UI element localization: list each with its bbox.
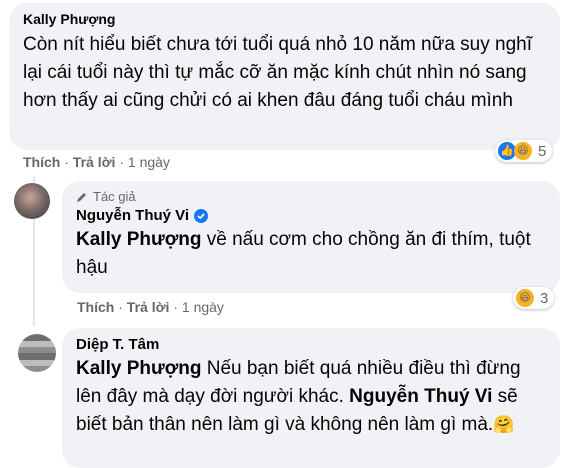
comment-text: Kally Phượng Nếu bạn biết quá nhiều điều… <box>76 358 521 435</box>
haha-reaction-icon: 😆 <box>514 142 532 160</box>
reactions-summary[interactable]: 😆 3 <box>513 287 555 309</box>
haha-reaction-icon: 😆 <box>516 289 534 307</box>
mention-link[interactable]: Kally Phượng <box>76 358 201 379</box>
comment-author[interactable]: Diệp T. Tâm <box>76 336 546 353</box>
comment-actions-1: Thích · Trả lời · 1 ngày <box>23 154 170 170</box>
comment-text: Kally Phượng về nấu cơm cho chồng ăn đi … <box>76 229 531 278</box>
mention-link[interactable]: Nguyễn Thuý Vi <box>349 386 492 407</box>
reactions-summary[interactable]: 👍 😆 5 <box>495 140 553 162</box>
pen-icon <box>77 192 86 202</box>
separator: · <box>118 299 123 315</box>
reply-button[interactable]: Trả lời <box>73 154 116 170</box>
hugging-face-icon: 🤗 <box>493 415 515 434</box>
timestamp[interactable]: 1 ngày <box>182 299 224 315</box>
comment-bubble-3: Diệp T. Tâm Kally Phượng Nếu bạn biết qu… <box>62 328 560 468</box>
avatar[interactable] <box>14 183 50 219</box>
like-button[interactable]: Thích <box>77 299 114 315</box>
reaction-count: 5 <box>538 142 547 160</box>
avatar[interactable] <box>18 334 56 372</box>
reply-button[interactable]: Trả lời <box>127 299 170 315</box>
separator: · <box>64 154 69 170</box>
reaction-count: 3 <box>540 289 549 307</box>
comment-actions-2: Thích · Trả lời · 1 ngày <box>77 299 224 315</box>
comment-author[interactable]: Nguyễn Thuý Vi <box>76 207 189 224</box>
mention-link[interactable]: Kally Phượng <box>76 229 201 250</box>
separator: · <box>173 299 178 315</box>
author-badge: Tác giả <box>76 189 546 204</box>
like-button[interactable]: Thích <box>23 154 60 170</box>
timestamp[interactable]: 1 ngày <box>128 154 170 170</box>
comment-text: Còn nít hiểu biết chưa tới tuổi quá nhỏ … <box>23 34 533 111</box>
verified-icon <box>194 208 209 223</box>
comment-bubble-1: Kally Phượng Còn nít hiểu biết chưa tới … <box>9 3 560 150</box>
comment-bubble-2: Tác giả Nguyễn Thuý Vi Kally Phượng về n… <box>62 181 560 293</box>
separator: · <box>119 154 124 170</box>
comment-author[interactable]: Kally Phượng <box>23 11 546 27</box>
